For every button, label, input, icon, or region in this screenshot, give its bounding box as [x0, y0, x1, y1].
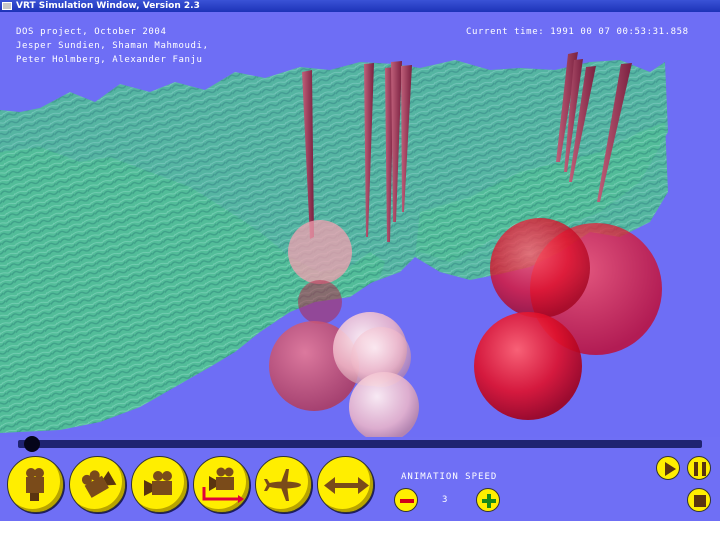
minus-icon	[400, 499, 414, 503]
pause-icon	[694, 462, 706, 476]
pan-arrows-icon	[324, 477, 369, 494]
airplane-icon	[264, 469, 301, 501]
speed-increase-button[interactable]	[476, 488, 500, 512]
stop-button[interactable]	[687, 488, 711, 512]
camera-side-button[interactable]	[131, 456, 188, 513]
camera-tilted-icon	[81, 470, 117, 498]
pan-button[interactable]	[317, 456, 374, 513]
window-title: VRT Simulation Window, Version 2.3	[16, 1, 200, 11]
pause-button[interactable]	[687, 456, 711, 480]
camera-front-icon	[26, 468, 44, 501]
current-time-value: 1991 00 07 00:53:31.858	[550, 27, 689, 37]
play-button[interactable]	[656, 456, 680, 480]
current-time-readout: Current time: 1991 00 07 00:53:31.858	[466, 25, 689, 39]
control-panel: ANIMATION SPEED 3	[0, 452, 720, 521]
stop-icon	[694, 495, 706, 507]
camera-path-icon	[202, 467, 244, 503]
timeline-scrubber[interactable]	[23, 436, 40, 452]
fly-mode-button[interactable]	[255, 456, 312, 513]
current-time-label: Current time:	[466, 27, 545, 37]
credits-text: DOS project, October 2004 Jesper Sundien…	[16, 25, 209, 67]
app-icon[interactable]	[2, 2, 12, 10]
play-icon	[665, 462, 676, 476]
simulation-window: VRT Simulation Window, Version 2.3 DOS p…	[0, 0, 720, 521]
camera-path-button[interactable]	[193, 456, 250, 513]
credits-line: Peter Holmberg, Alexander Fanju	[16, 55, 203, 65]
terrain-scene[interactable]	[0, 12, 720, 437]
credits-line: DOS project, October 2004	[16, 27, 167, 37]
credits-line: Jesper Sundien, Shaman Mahmoudi,	[16, 41, 209, 51]
camera-front-button[interactable]	[7, 456, 64, 513]
camera-tilted-button[interactable]	[69, 456, 126, 513]
timeline-track[interactable]	[18, 440, 702, 448]
title-bar: VRT Simulation Window, Version 2.3	[0, 0, 720, 12]
3d-viewport[interactable]: DOS project, October 2004 Jesper Sundien…	[0, 12, 720, 437]
camera-side-icon	[144, 471, 172, 496]
animation-speed-label: ANIMATION SPEED	[401, 472, 498, 482]
plus-icon	[482, 494, 496, 508]
speed-decrease-button[interactable]	[394, 488, 418, 512]
animation-speed-value: 3	[442, 495, 448, 505]
